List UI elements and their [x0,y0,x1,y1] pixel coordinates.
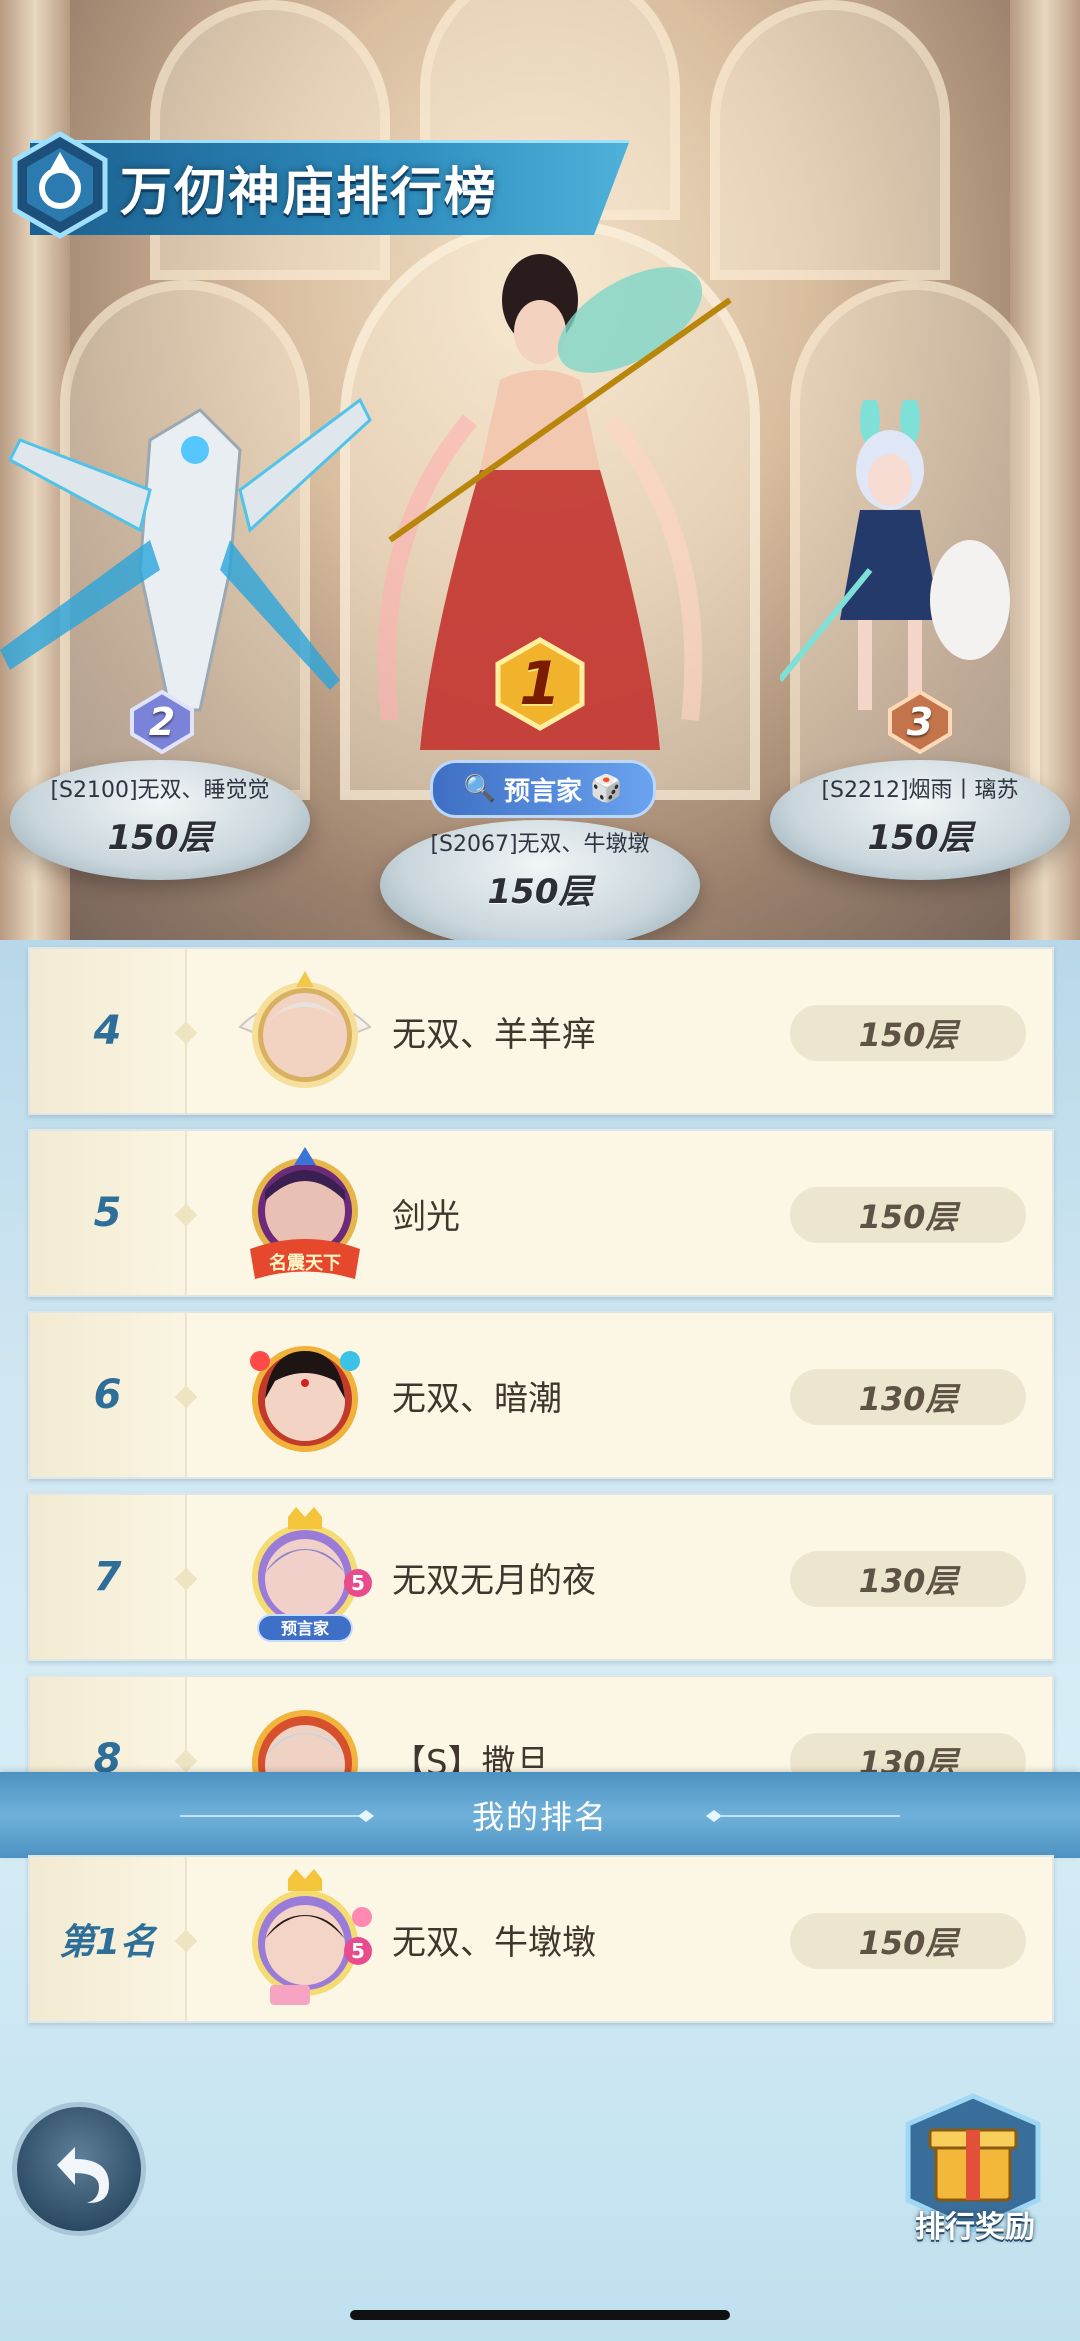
my-rank-header-label: 我的排名 [471,1798,608,1836]
player-name: 【S】撒旦 [392,1742,550,1773]
podium-scene: 2 1 3 [S2100]无双、睡觉觉 150层 🔍 预言家 🎲 [S2067]… [0,0,1080,940]
ornament-right-icon [706,1810,900,1822]
rank-number: 2 [148,700,176,744]
prophet-title-tag: 🔍 预言家 🎲 [430,760,656,818]
rank-number: 5 [93,1190,122,1236]
rank-number: 7 [93,1554,122,1600]
leaderboard-list[interactable]: 4 无双、羊羊痒 150层 5 名震天下 剑光 150层 6 无双、暗潮 130… [0,940,1080,1772]
avatar[interactable]: 5 预言家 [230,1503,380,1653]
list-item[interactable]: 4 无双、羊羊痒 150层 [28,947,1054,1115]
rank-2-badge: 2 [130,689,194,755]
level-badge: 5 [351,1939,365,1963]
magnifier-icon: 🔍 [463,774,496,804]
dice-icon: 🎲 [590,774,623,804]
podium-floor-rank-1: 150层 [487,872,593,912]
back-button[interactable] [12,2102,146,2236]
rank-number: 6 [93,1372,122,1418]
player-name: 无双无月的夜 [392,1560,596,1601]
floor-score: 150层 [790,1005,1026,1061]
prophet-tag-label: 预言家 [503,776,582,807]
floor-score: 130层 [790,1369,1026,1425]
mecha-character-figure [0,397,372,712]
podium-floor-rank-2: 150层 [107,818,213,858]
rank-3-badge: 3 [888,689,952,755]
avatar[interactable] [230,957,380,1107]
rank-number: 4 [93,1008,122,1054]
ranking-reward-label[interactable]: 排行奖励 [890,2202,1060,2246]
my-rank-header: 我的排名 [0,1772,1080,1858]
rank-number: 1 [519,649,561,719]
rank-number: 3 [906,700,934,744]
floor-score: 150层 [790,1913,1026,1969]
player-name: 剑光 [392,1196,460,1237]
floor-score: 150层 [790,1187,1026,1243]
podium-name-rank-3[interactable]: [S2212]烟雨丨璃苏 [780,772,1060,804]
rank-number: 8 [93,1736,122,1772]
list-item[interactable]: 8 【S】撒旦 130层 [28,1675,1054,1772]
podium-floor-rank-3: 150层 [867,818,973,858]
level-badge: 5 [351,1571,365,1595]
list-item[interactable]: 7 5 预言家 无双无月的夜 130层 [28,1493,1054,1661]
podium-name-rank-1[interactable]: [S2067]无双、牛墩墩 [380,826,700,858]
player-name: 无双、羊羊痒 [392,1014,596,1055]
rabbit-girl-character-figure [780,400,1010,710]
list-item[interactable]: 6 无双、暗潮 130层 [28,1311,1054,1479]
avatar[interactable] [230,1321,380,1471]
frame-title-text: 预言家 [281,1619,330,1638]
home-indicator[interactable] [350,2310,730,2320]
page-title: 万仞神庙排行榜 [120,163,499,223]
temple-emblem-icon [12,131,108,239]
window-arch [710,0,950,280]
floor-score: 130层 [790,1733,1026,1772]
avatar[interactable]: 5 [230,1865,380,2015]
player-name: 无双、暗潮 [392,1378,562,1419]
my-rank-number: 第1名 [58,1922,157,1963]
list-item[interactable]: 5 名震天下 剑光 150层 [28,1129,1054,1297]
avatar[interactable]: 名震天下 [230,1139,380,1289]
frame-title-text: 名震天下 [269,1252,341,1274]
podium-name-rank-2[interactable]: [S2100]无双、睡觉觉 [20,772,300,804]
rank-1-badge: 1 [492,636,588,732]
floor-score: 130层 [790,1551,1026,1607]
back-arrow-icon [57,2147,109,2203]
my-rank-row[interactable]: 第1名 5 无双、牛墩墩 150层 [28,1855,1054,2023]
player-name: 无双、牛墩墩 [392,1922,596,1963]
avatar[interactable] [230,1685,380,1772]
